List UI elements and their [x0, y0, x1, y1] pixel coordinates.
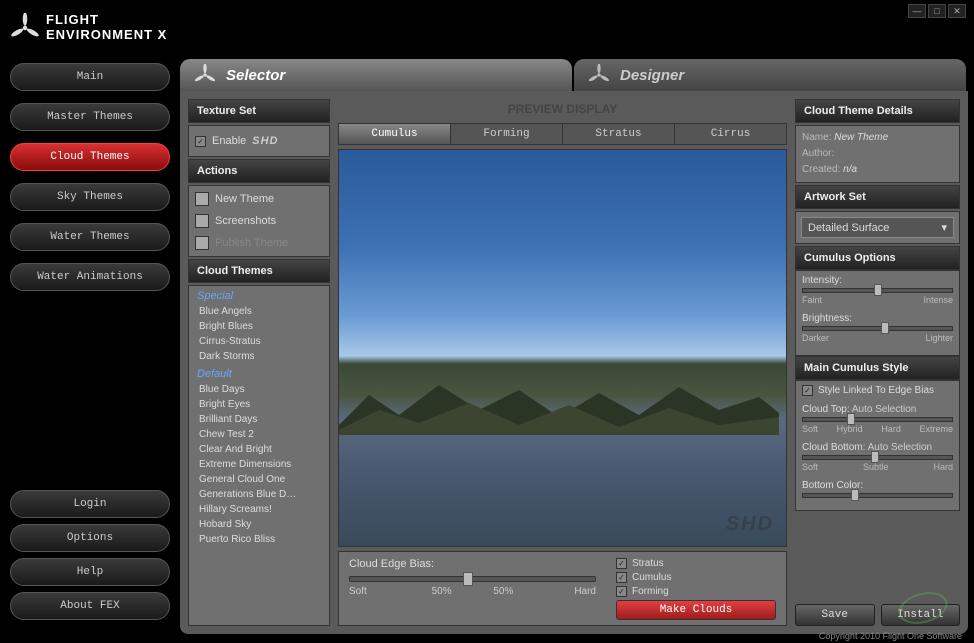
maximize-button[interactable]: □: [928, 4, 946, 18]
cloud-tab-cirrus[interactable]: Cirrus: [675, 124, 786, 144]
theme-details-header: Cloud Theme Details: [795, 99, 960, 123]
list-item[interactable]: Bright Eyes: [189, 397, 329, 412]
nav-main[interactable]: Main: [10, 63, 170, 91]
brightness-label: Brightness:: [802, 313, 953, 324]
enable-label: Enable: [212, 135, 246, 147]
nav-water-themes[interactable]: Water Themes: [10, 223, 170, 251]
list-item[interactable]: Blue Days: [189, 382, 329, 397]
action-icon: [195, 214, 209, 228]
action-icon: [195, 192, 209, 206]
cloud-tab-cumulus[interactable]: Cumulus: [339, 124, 451, 144]
check-forming[interactable]: ✓: [616, 586, 627, 597]
cloud-top-value: Auto Selection: [852, 404, 917, 415]
nav-about-fex[interactable]: About FEX: [10, 592, 170, 620]
save-button[interactable]: Save: [795, 604, 875, 626]
bottom-color-label: Bottom Color:: [802, 480, 953, 491]
action-screenshots[interactable]: Screenshots: [193, 210, 325, 232]
chevron-down-icon: ▾: [941, 221, 947, 234]
app-title-2: ENVIRONMENT X: [46, 28, 167, 42]
nav-sky-themes[interactable]: Sky Themes: [10, 183, 170, 211]
cloud-bottom-slider[interactable]: [802, 455, 953, 460]
artwork-set-dropdown[interactable]: Detailed Surface ▾: [801, 217, 954, 238]
sidebar: Main Master Themes Cloud Themes Sky Themes W…: [0, 55, 180, 628]
install-button[interactable]: Install: [881, 604, 961, 626]
list-item[interactable]: Blue Angels: [189, 304, 329, 319]
artwork-set-header: Artwork Set: [795, 185, 960, 209]
theme-name-value: New Theme: [834, 132, 888, 143]
list-item[interactable]: Extreme Dimensions: [189, 457, 329, 472]
cloud-tab-stratus[interactable]: Stratus: [563, 124, 675, 144]
main-cumulus-style-header: Main Cumulus Style: [795, 356, 960, 380]
cloud-themes-header: Cloud Themes: [188, 259, 330, 283]
list-item[interactable]: Brilliant Days: [189, 412, 329, 427]
minimize-button[interactable]: —: [908, 4, 926, 18]
list-heading: Special: [189, 286, 329, 304]
list-item[interactable]: Puerto Rico Bliss: [189, 532, 329, 547]
propeller-icon: [194, 64, 216, 86]
brightness-slider[interactable]: [802, 326, 953, 331]
list-heading: Default: [189, 364, 329, 382]
check-cumulus[interactable]: ✓: [616, 572, 627, 583]
app-logo: FLIGHT ENVIRONMENT X: [10, 13, 167, 43]
enable-shd-checkbox[interactable]: ✓: [195, 136, 206, 147]
list-item[interactable]: Generations Blue D…: [189, 487, 329, 502]
action-icon: [195, 236, 209, 250]
nav-water-animations[interactable]: Water Animations: [10, 263, 170, 291]
cloud-top-slider[interactable]: [802, 417, 953, 422]
theme-created-value: n/a: [843, 164, 857, 175]
edge-bias-label: Cloud Edge Bias:: [349, 558, 596, 570]
cloud-themes-list[interactable]: SpecialBlue AngelsBright BluesCirrus-Str…: [188, 285, 330, 626]
style-linked-checkbox[interactable]: ✓: [802, 385, 813, 396]
action-publish-theme: Publish Theme: [193, 232, 325, 254]
make-clouds-button[interactable]: Make Clouds: [616, 600, 776, 620]
texture-set-header: Texture Set: [188, 99, 330, 123]
action-new-theme[interactable]: New Theme: [193, 188, 325, 210]
nav-help[interactable]: Help: [10, 558, 170, 586]
close-button[interactable]: ✕: [948, 4, 966, 18]
nav-cloud-themes[interactable]: Cloud Themes: [10, 143, 170, 171]
shd-watermark: SHD: [726, 513, 774, 536]
list-item[interactable]: Hillary Screams!: [189, 502, 329, 517]
shd-brand: SHD: [252, 135, 278, 147]
nav-options[interactable]: Options: [10, 524, 170, 552]
check-stratus[interactable]: ✓: [616, 558, 627, 569]
list-item[interactable]: Dark Storms: [189, 349, 329, 364]
bottom-color-slider[interactable]: [802, 493, 953, 498]
list-item[interactable]: General Cloud One: [189, 472, 329, 487]
cumulus-options-header: Cumulus Options: [795, 246, 960, 270]
app-title-1: FLIGHT: [46, 13, 167, 27]
preview-title: PREVIEW DISPLAY: [338, 99, 787, 119]
list-item[interactable]: Cirrus-Stratus: [189, 334, 329, 349]
nav-master-themes[interactable]: Master Themes: [10, 103, 170, 131]
propeller-icon: [588, 64, 610, 86]
copyright-text: Copyright 2010 Flight One Software: [819, 631, 962, 641]
cloud-tab-forming[interactable]: Forming: [451, 124, 563, 144]
tab-selector[interactable]: Selector: [180, 59, 572, 91]
tab-designer[interactable]: Designer: [574, 59, 966, 91]
edge-bias-slider[interactable]: [349, 576, 596, 582]
propeller-icon: [10, 13, 40, 43]
title-bar: FLIGHT ENVIRONMENT X — □ ✕: [0, 0, 974, 55]
nav-login[interactable]: Login: [10, 490, 170, 518]
list-item[interactable]: Hobard Sky: [189, 517, 329, 532]
list-item[interactable]: Bright Blues: [189, 319, 329, 334]
style-linked-label: Style Linked To Edge Bias: [818, 385, 934, 396]
actions-header: Actions: [188, 159, 330, 183]
intensity-slider[interactable]: [802, 288, 953, 293]
list-item[interactable]: Chew Test 2: [189, 427, 329, 442]
preview-display: SHD: [338, 149, 787, 547]
list-item[interactable]: Clear And Bright: [189, 442, 329, 457]
